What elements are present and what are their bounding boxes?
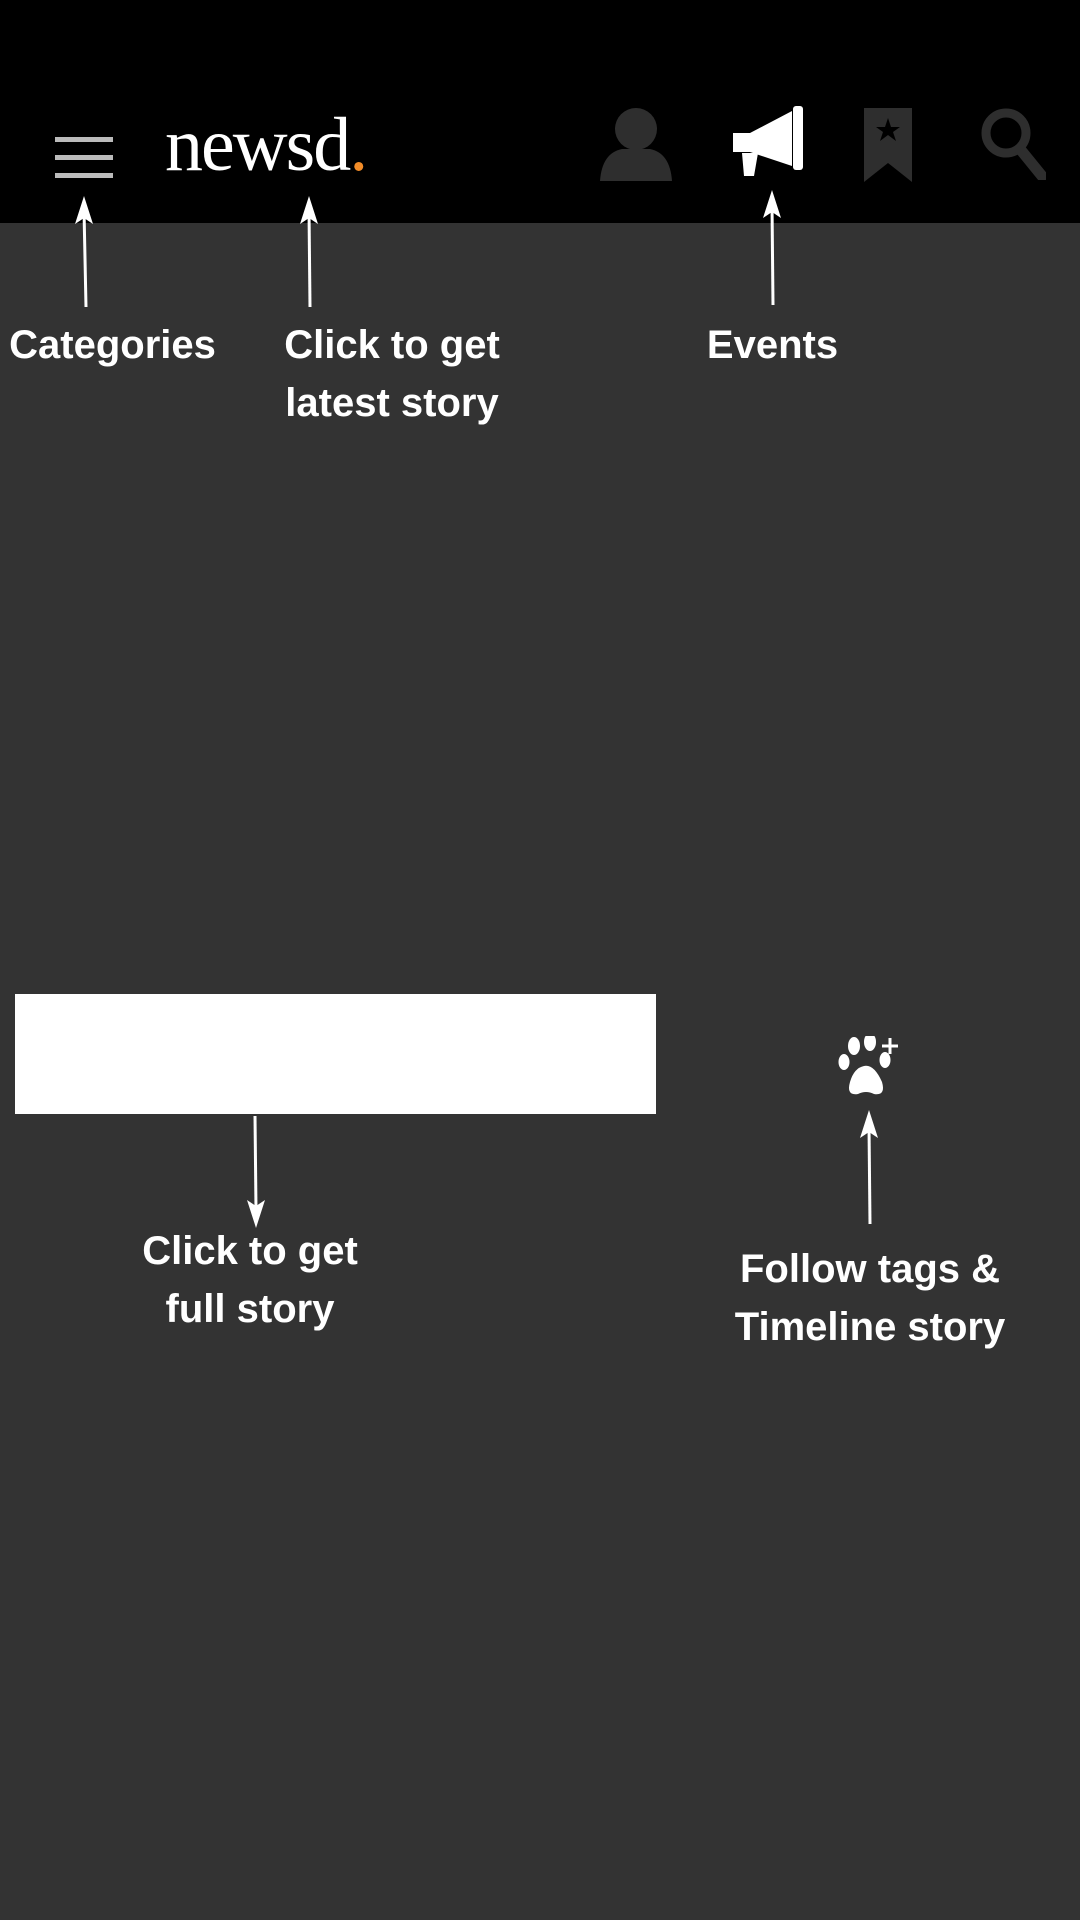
full-story-line1: Click to get bbox=[142, 1229, 358, 1273]
annotation-follow-tags: Follow tags & Timeline story bbox=[710, 1240, 1030, 1356]
latest-story-line2: latest story bbox=[285, 381, 499, 425]
arrow-full-story bbox=[253, 1115, 258, 1211]
latest-story-line1: Click to get bbox=[284, 323, 500, 367]
annotation-events: Events bbox=[690, 316, 855, 374]
follow-line2: Timeline story bbox=[734, 1305, 1006, 1349]
arrow-follow bbox=[867, 1125, 872, 1225]
events-label: Events bbox=[706, 323, 839, 367]
paw-follow-icon[interactable] bbox=[838, 1033, 904, 1100]
annotation-full-story: Click to get full story bbox=[125, 1222, 375, 1338]
annotation-categories: Categories bbox=[5, 316, 220, 374]
arrow-categories bbox=[82, 209, 88, 308]
annotation-latest-story: Click to get latest story bbox=[272, 316, 512, 432]
arrow-events bbox=[770, 204, 775, 306]
story-card[interactable] bbox=[15, 994, 656, 1114]
categories-label: Categories bbox=[9, 323, 216, 367]
follow-line1: Follow tags & bbox=[740, 1247, 1000, 1291]
arrow-latest-story bbox=[307, 209, 312, 308]
full-story-line2: full story bbox=[165, 1287, 335, 1331]
annotation-arrows bbox=[75, 190, 878, 1228]
